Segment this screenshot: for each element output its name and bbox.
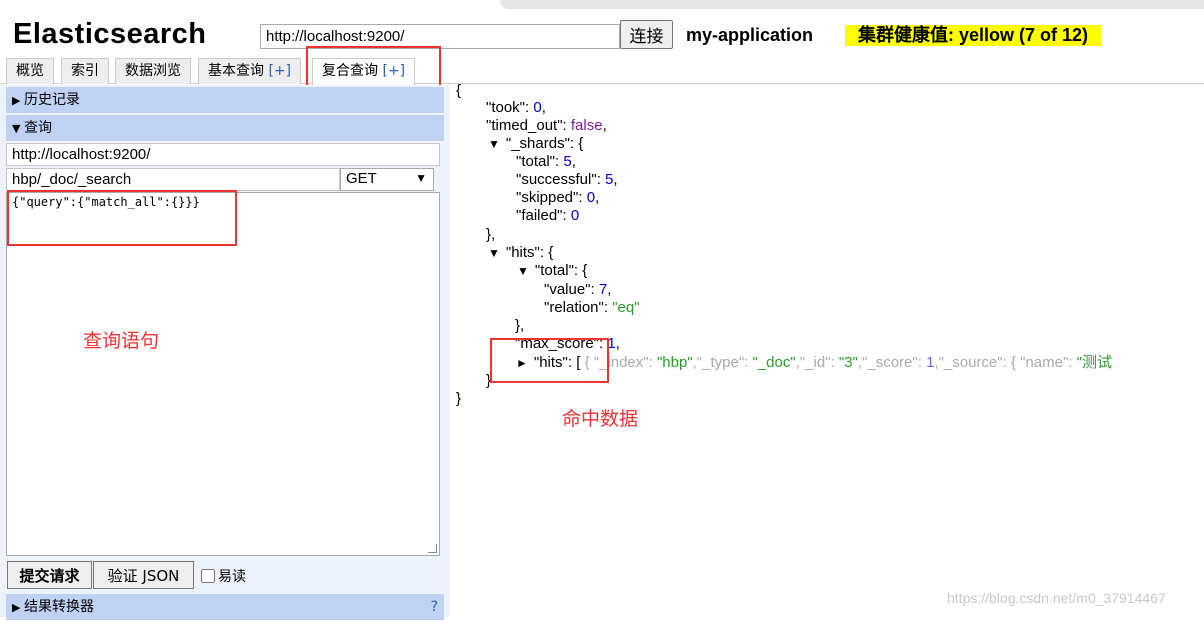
json-key: "value" xyxy=(544,281,591,298)
json-line: }, xyxy=(515,317,525,334)
json-key: "total" xyxy=(516,153,556,170)
json-key: "_shards" xyxy=(505,135,570,152)
query-body-textarea[interactable]: {"query":{"match_all":{}}} xyxy=(6,192,440,556)
json-line: }, xyxy=(486,226,496,243)
cluster-name: my-application xyxy=(686,25,814,45)
tab-overview[interactable]: 概览 xyxy=(6,58,54,84)
query-section-header[interactable]: ▼ 查询 xyxy=(6,115,444,141)
history-section-header[interactable]: ▶ 历史记录 xyxy=(6,87,444,113)
json-line: "took": 0, xyxy=(486,99,546,116)
json-line: "relation": "eq" xyxy=(544,299,640,316)
help-icon[interactable]: ? xyxy=(431,594,438,620)
json-key: "_id" xyxy=(799,354,831,371)
json-line: "total": 5, xyxy=(516,153,576,170)
triangle-right-icon: ▶ xyxy=(12,94,21,107)
json-key: "skipped" xyxy=(516,189,579,206)
json-brace: } xyxy=(456,390,462,407)
json-key: "failed" xyxy=(516,207,563,224)
json-line: "failed": 0 xyxy=(516,207,580,224)
json-line: "value": 7, xyxy=(544,281,612,298)
base-url-field[interactable]: http://localhost:9200/ xyxy=(6,143,440,166)
triangle-right-icon: ▶ xyxy=(12,601,21,614)
json-value: "3" xyxy=(838,354,858,371)
top-strip-left xyxy=(0,0,500,9)
json-value: 7 xyxy=(598,281,608,298)
json-line: } xyxy=(456,390,461,408)
header: Elasticsearch 连接 my-application 集群健康值: y… xyxy=(0,14,1204,58)
annotation-box-query xyxy=(7,190,237,246)
tab-plus: [+] xyxy=(268,63,292,79)
readable-label: 易读 xyxy=(218,569,246,585)
json-key: "total" xyxy=(534,262,574,279)
resize-handle[interactable] xyxy=(428,544,437,553)
path-field[interactable]: hbp/_doc/_search xyxy=(6,168,340,191)
json-line[interactable]: ▼ "hits": { xyxy=(488,244,553,262)
watermark: https://blog.csdn.net/m0_37914467 xyxy=(947,590,1166,606)
connect-button[interactable]: 连接 xyxy=(620,20,673,49)
app-title: Elasticsearch xyxy=(13,18,207,50)
tab-label: 索引 xyxy=(71,63,99,79)
json-value: false xyxy=(570,117,603,134)
validate-json-button[interactable]: 验证 JSON xyxy=(93,561,194,589)
method-value: GET xyxy=(346,170,377,187)
annotation-box-hits xyxy=(490,338,609,383)
readable-option[interactable]: 易读 xyxy=(201,566,246,586)
json-key: "_score" xyxy=(862,354,918,371)
annotation-query-statement: 查询语句 xyxy=(83,330,160,352)
json-key: "hits" xyxy=(505,244,540,261)
tab-indices[interactable]: 索引 xyxy=(61,58,109,84)
json-value: "测试 xyxy=(1076,354,1112,371)
chevron-down-icon: ▼ xyxy=(415,171,427,185)
cluster-health-badge: 集群健康值: yellow (7 of 12) xyxy=(845,25,1102,46)
json-key: "relation" xyxy=(544,299,604,316)
tab-basic-query[interactable]: 基本查询 [+] xyxy=(198,58,302,84)
json-line: "skipped": 0, xyxy=(516,189,600,206)
tab-browser[interactable]: 数据浏览 xyxy=(115,58,191,84)
json-key: "_type" xyxy=(696,354,745,371)
submit-request-button[interactable]: 提交请求 xyxy=(7,561,92,589)
json-key: "timed_out" xyxy=(486,117,563,134)
json-value: "eq" xyxy=(612,299,640,316)
json-brace: { xyxy=(456,82,462,99)
json-key: "_source" xyxy=(938,354,1003,371)
json-value: "_doc" xyxy=(752,354,796,371)
json-line[interactable]: ▼ "total": { xyxy=(517,262,587,280)
top-strip-right xyxy=(500,0,1204,9)
json-line[interactable]: ▼ "_shards": { xyxy=(488,135,583,153)
json-line: "timed_out": false, xyxy=(486,117,607,134)
json-value: 0 xyxy=(533,99,542,116)
triangle-down-icon: ▼ xyxy=(12,122,21,135)
collapse-triangle-icon[interactable]: ▼ xyxy=(488,137,500,151)
tab-label: 数据浏览 xyxy=(125,63,181,79)
tab-bar: 概览 索引 数据浏览 基本查询 [+] 复合查询 [+] xyxy=(0,57,1204,86)
query-label: 查询 xyxy=(24,120,52,136)
json-line: "successful": 5, xyxy=(516,171,618,188)
history-label: 历史记录 xyxy=(24,92,80,108)
json-key: "successful" xyxy=(516,171,597,188)
tab-label: 基本查询 xyxy=(208,63,269,79)
json-key: "name" xyxy=(1020,354,1069,371)
tab-label: 概览 xyxy=(16,63,44,79)
json-value: 0 xyxy=(586,189,596,206)
json-line: { xyxy=(456,82,461,100)
collapse-triangle-icon[interactable]: ▼ xyxy=(488,246,500,260)
method-select[interactable]: GET ▼ xyxy=(340,168,434,191)
collapse-triangle-icon[interactable]: ▼ xyxy=(517,264,529,278)
result-transformer-header[interactable]: ▶ 结果转换器 ? xyxy=(6,594,444,620)
transformer-label: 结果转换器 xyxy=(24,599,94,615)
browser-top-strip xyxy=(0,0,1204,9)
annotation-hit-data: 命中数据 xyxy=(562,408,639,430)
json-value: 0 xyxy=(570,207,580,224)
readable-checkbox[interactable] xyxy=(201,569,215,583)
json-value: 5 xyxy=(563,153,572,170)
json-value: 5 xyxy=(605,171,614,188)
json-key: "took" xyxy=(486,99,526,116)
json-value: "hbp" xyxy=(656,354,693,371)
